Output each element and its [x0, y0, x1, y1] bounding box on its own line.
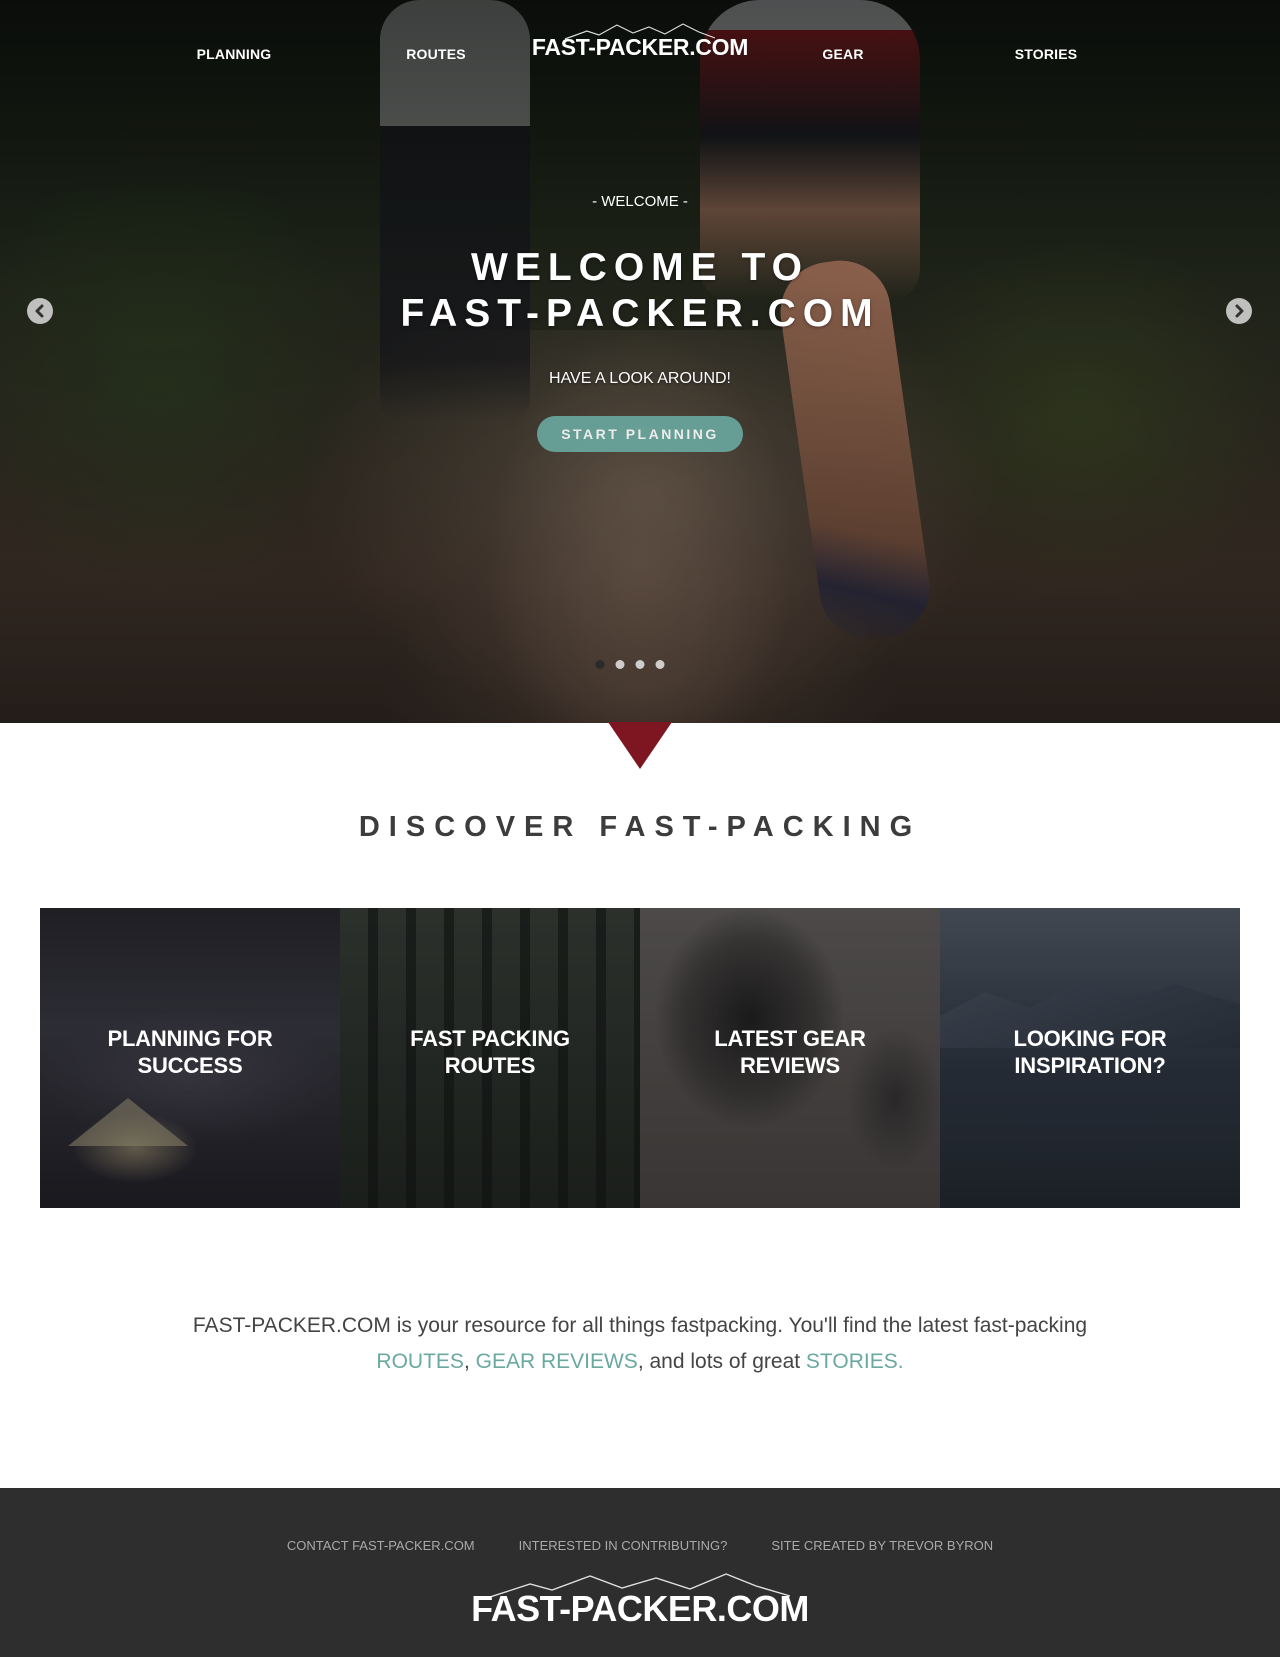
carousel-prev-button[interactable]: [27, 298, 53, 324]
carousel-dot[interactable]: [635, 660, 645, 669]
start-planning-button[interactable]: START PLANNING: [537, 416, 743, 452]
tile-label: FAST PACKING ROUTES: [410, 1026, 570, 1078]
tile-gear[interactable]: LATEST GEAR REVIEWS: [640, 908, 940, 1208]
footer-link-contributing[interactable]: INTERESTED IN CONTRIBUTING?: [519, 1538, 728, 1553]
tile-routes[interactable]: FAST PACKING ROUTES: [340, 908, 640, 1208]
feature-tiles: PLANNING FOR SUCCESS FAST PACKING ROUTES…: [40, 908, 1240, 1208]
hero-carousel: PLANNING ROUTES FAST-PACKER.COM GEAR STO…: [0, 0, 1280, 723]
carousel-dot[interactable]: [595, 660, 605, 669]
hero-title-line-1: WELCOME TO: [471, 246, 809, 289]
chevron-left-icon: [35, 304, 44, 318]
footer-links: CONTACT FAST-PACKER.COM INTERESTED IN CO…: [287, 1538, 993, 1553]
nav-link-planning[interactable]: PLANNING: [197, 46, 272, 62]
hero-title-line-2: FAST-PACKER.COM: [400, 292, 880, 335]
site-logo[interactable]: FAST-PACKER.COM: [532, 22, 748, 61]
carousel-indicators: [595, 660, 665, 669]
carousel-next-button[interactable]: [1226, 298, 1252, 324]
intro-link-routes[interactable]: ROUTES: [376, 1350, 464, 1373]
carousel-dot[interactable]: [615, 660, 625, 669]
tile-label: LATEST GEAR REVIEWS: [714, 1026, 866, 1078]
hero-eyebrow: - WELCOME -: [592, 193, 688, 210]
discover-heading: DISCOVER FAST-PACKING: [358, 811, 922, 843]
nav-link-routes[interactable]: ROUTES: [406, 46, 466, 62]
main-nav: PLANNING ROUTES FAST-PACKER.COM GEAR STO…: [0, 0, 1280, 110]
tile-label: PLANNING FOR SUCCESS: [107, 1026, 273, 1078]
footer-logo[interactable]: FAST-PACKER.COM: [471, 1572, 809, 1630]
intro-link-stories[interactable]: STORIES.: [806, 1350, 904, 1373]
chevron-right-icon: [1235, 304, 1244, 318]
intro-link-gear-reviews[interactable]: GEAR REVIEWS: [476, 1350, 638, 1373]
intro-paragraph: FAST-PACKER.COM is your resource for all…: [192, 1314, 1088, 1373]
nav-link-stories[interactable]: STORIES: [1015, 46, 1078, 62]
site-footer: CONTACT FAST-PACKER.COM INTERESTED IN CO…: [0, 1488, 1280, 1657]
site-logo-text: FAST-PACKER.COM: [531, 34, 749, 60]
tile-planning[interactable]: PLANNING FOR SUCCESS: [40, 908, 340, 1208]
hero-subtitle: HAVE A LOOK AROUND!: [549, 370, 731, 387]
nav-link-gear[interactable]: GEAR: [822, 46, 863, 62]
footer-logo-text: FAST-PACKER.COM: [471, 1588, 809, 1629]
section-pointer-arrow: [608, 722, 672, 769]
tile-label: LOOKING FOR INSPIRATION?: [1013, 1026, 1167, 1078]
hero-title: WELCOME TO FAST-PACKER.COM: [400, 245, 879, 337]
footer-link-credit[interactable]: SITE CREATED BY TREVOR BYRON: [771, 1538, 993, 1553]
footer-link-contact[interactable]: CONTACT FAST-PACKER.COM: [287, 1538, 475, 1553]
carousel-dot[interactable]: [655, 660, 665, 669]
tile-stories[interactable]: LOOKING FOR INSPIRATION?: [940, 908, 1240, 1208]
